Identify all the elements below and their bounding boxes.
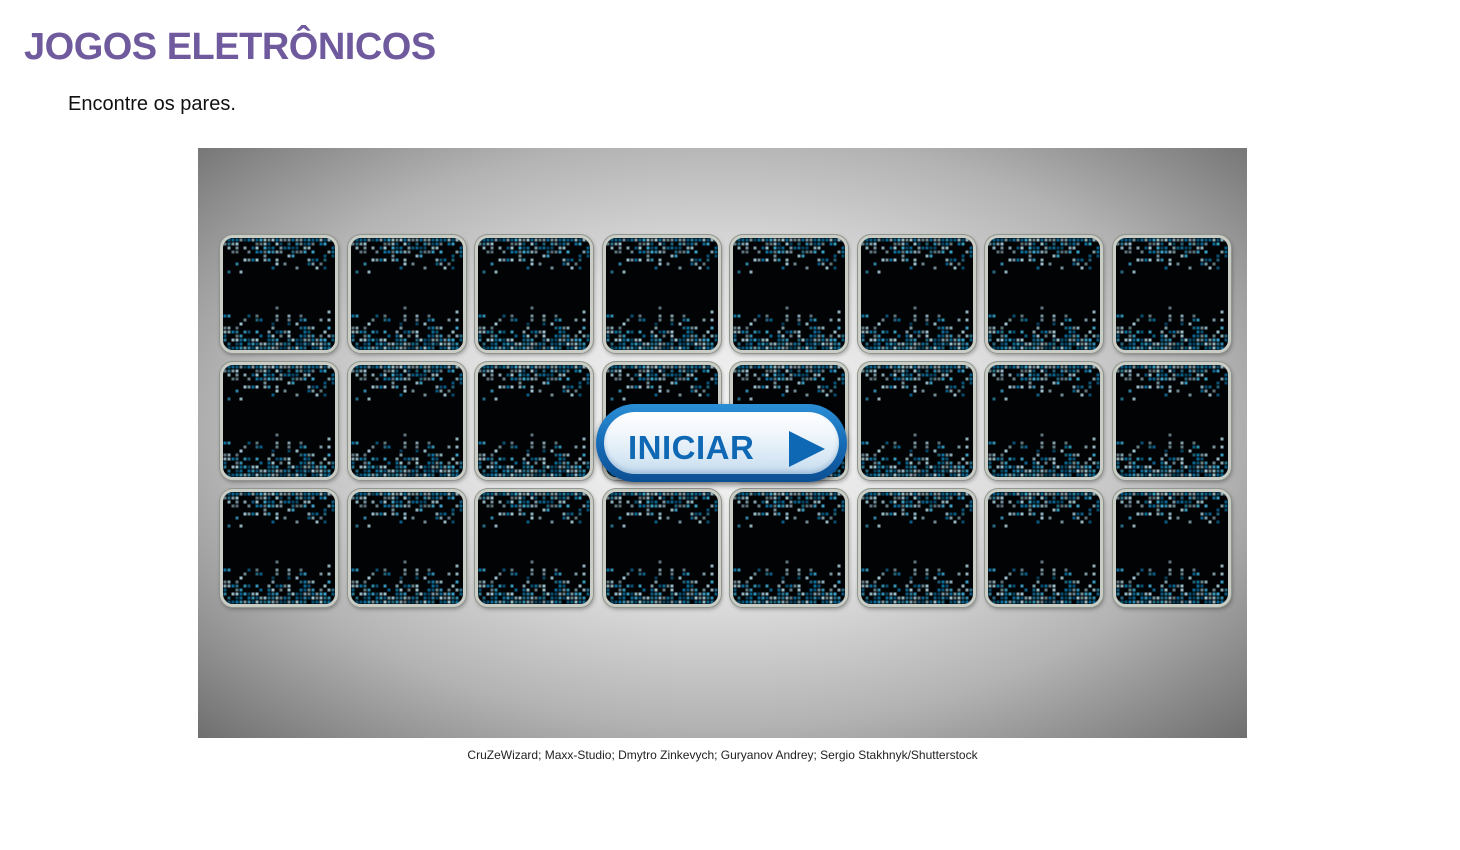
- card-back-pattern: [223, 238, 335, 350]
- card-back-pattern: [223, 492, 335, 604]
- card-back-pattern: [606, 238, 717, 350]
- memory-card[interactable]: [602, 235, 721, 353]
- memory-card[interactable]: [857, 235, 976, 353]
- memory-card[interactable]: [220, 235, 338, 353]
- memory-card[interactable]: [475, 235, 593, 353]
- memory-card[interactable]: [1112, 235, 1231, 353]
- card-back-pattern: [733, 238, 845, 350]
- memory-game-stage: INICIAR: [198, 148, 1247, 738]
- memory-card[interactable]: [857, 489, 976, 607]
- card-back-pattern: [478, 365, 590, 477]
- memory-card[interactable]: [602, 489, 721, 607]
- instruction-text: Encontre os pares.: [68, 93, 236, 115]
- play-icon: [789, 431, 825, 467]
- start-button[interactable]: INICIAR: [596, 404, 847, 482]
- start-button-label: INICIAR: [628, 429, 755, 466]
- memory-card[interactable]: [985, 362, 1103, 480]
- card-back-pattern: [988, 492, 1100, 604]
- card-back-pattern: [223, 365, 335, 477]
- card-back-pattern: [351, 238, 462, 350]
- memory-card[interactable]: [1112, 362, 1231, 480]
- card-back-pattern: [478, 492, 590, 604]
- memory-card[interactable]: [857, 362, 976, 480]
- memory-card[interactable]: [220, 489, 338, 607]
- memory-card[interactable]: [985, 235, 1103, 353]
- memory-card[interactable]: [347, 235, 466, 353]
- memory-card[interactable]: [347, 362, 466, 480]
- memory-card[interactable]: [730, 489, 848, 607]
- memory-card[interactable]: [730, 235, 848, 353]
- card-back-pattern: [351, 492, 462, 604]
- card-back-pattern: [1116, 238, 1227, 350]
- memory-card[interactable]: [1112, 489, 1231, 607]
- memory-card[interactable]: [985, 489, 1103, 607]
- card-back-pattern: [733, 492, 845, 604]
- card-back-pattern: [988, 238, 1100, 350]
- memory-card[interactable]: [220, 362, 338, 480]
- image-credits: CruZeWizard; Maxx-Studio; Dmytro Zinkevy…: [467, 748, 978, 762]
- page-title: JOGOS ELETRÔNICOS: [24, 26, 436, 68]
- card-back-pattern: [1116, 365, 1227, 477]
- memory-card[interactable]: [475, 489, 593, 607]
- card-back-pattern: [861, 492, 972, 604]
- card-back-pattern: [861, 365, 972, 477]
- memory-card[interactable]: [475, 362, 593, 480]
- start-button-face: INICIAR: [604, 412, 839, 474]
- card-back-pattern: [606, 492, 717, 604]
- card-back-pattern: [861, 238, 972, 350]
- card-back-pattern: [988, 365, 1100, 477]
- card-back-pattern: [478, 238, 590, 350]
- memory-card[interactable]: [347, 489, 466, 607]
- card-back-pattern: [351, 365, 462, 477]
- card-back-pattern: [1116, 492, 1227, 604]
